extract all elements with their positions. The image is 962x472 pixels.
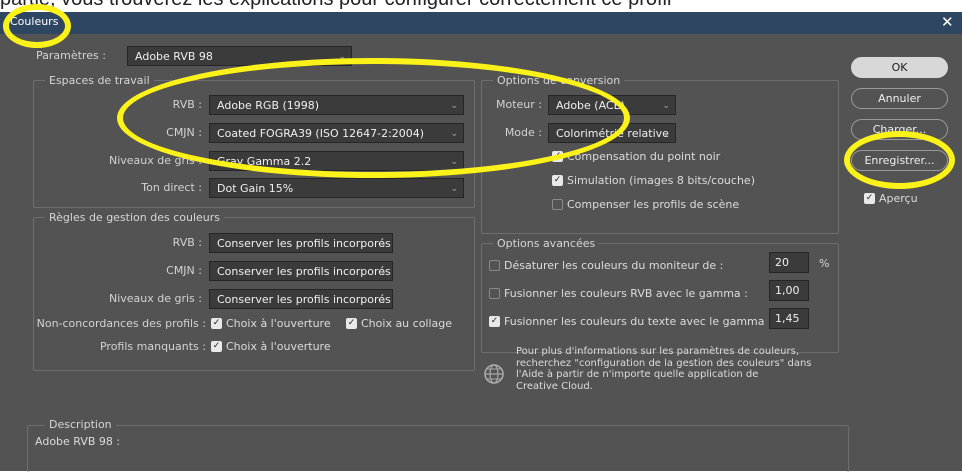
checkbox-label: Choix au collage bbox=[361, 316, 453, 330]
compenser-profils-scene-checkbox[interactable]: Compenser les profils de scène bbox=[552, 197, 739, 211]
non-concordances-ouverture-checkbox[interactable]: ✓ Choix à l'ouverture bbox=[211, 316, 331, 330]
checkbox-box bbox=[489, 259, 500, 271]
description-group bbox=[27, 425, 849, 472]
regles-gestion-legend: Règles de gestion des couleurs bbox=[45, 211, 225, 224]
info-line: Pour plus d'informations sur les paramèt… bbox=[516, 346, 799, 357]
check-icon: ✓ bbox=[211, 340, 222, 352]
regles-cmjn-value: Conserver les profils incorporés bbox=[217, 265, 391, 278]
espaces-ton-direct-value: Dot Gain 15% bbox=[217, 182, 294, 195]
desaturer-input[interactable]: 20 bbox=[769, 252, 809, 273]
info-line: recherchez "configuration de la gestion … bbox=[516, 357, 812, 369]
description-legend: Description bbox=[45, 418, 116, 431]
non-concordances-label: Non-concordances des profils : bbox=[36, 317, 206, 330]
regles-gris-label: Niveaux de gris : bbox=[108, 292, 202, 305]
ok-button[interactable]: OK bbox=[851, 57, 948, 78]
check-icon: ✓ bbox=[489, 315, 500, 327]
non-concordances-collage-checkbox[interactable]: ✓ Choix au collage bbox=[346, 316, 452, 330]
fusionner-texte-gamma-input[interactable]: 1,45 bbox=[769, 308, 809, 329]
chevron-down-icon: ⌄ bbox=[379, 239, 387, 249]
annotation-ellipse-espaces bbox=[117, 58, 630, 178]
parametres-value: Adobe RVB 98 bbox=[135, 50, 213, 63]
apercu-checkbox[interactable]: ✓ Aperçu bbox=[864, 191, 918, 205]
chevron-down-icon: ⌄ bbox=[450, 184, 458, 194]
espaces-ton-direct-select[interactable]: Dot Gain 15% ⌄ bbox=[209, 178, 464, 198]
fusionner-rvb-gamma-checkbox[interactable]: Fusionner les couleurs RVB avec le gamma… bbox=[489, 286, 748, 300]
check-icon: ✓ bbox=[552, 174, 563, 186]
checkbox-label: Aperçu bbox=[879, 191, 918, 205]
checkbox-label: Compenser les profils de scène bbox=[567, 197, 740, 211]
checkbox-label: Fusionner les couleurs du texte avec le … bbox=[504, 314, 772, 328]
title-bar: Couleurs ✕ bbox=[0, 12, 962, 34]
checkbox-label: Désaturer les couleurs du moniteur de : bbox=[504, 258, 724, 272]
desaturer-checkbox[interactable]: Désaturer les couleurs du moniteur de : bbox=[489, 258, 723, 272]
close-icon[interactable]: ✕ bbox=[941, 13, 954, 31]
checkbox-label: Choix à l'ouverture bbox=[226, 316, 331, 330]
regles-rvb-value: Conserver les profils incorporés bbox=[217, 237, 391, 250]
espaces-de-travail-legend: Espaces de travail bbox=[45, 74, 154, 87]
checkbox-box bbox=[489, 287, 500, 299]
description-text: Adobe RVB 98 : bbox=[35, 435, 121, 448]
checkbox-label: Choix à l'ouverture bbox=[226, 339, 331, 353]
info-line: Creative Cloud. bbox=[516, 380, 593, 392]
parametres-label: Paramètres : bbox=[36, 49, 106, 62]
regles-rvb-label: RVB : bbox=[172, 236, 202, 249]
regles-cmjn-label: CMJN : bbox=[166, 264, 202, 277]
percent-unit: % bbox=[819, 257, 830, 270]
globe-icon bbox=[484, 364, 504, 384]
annuler-button[interactable]: Annuler bbox=[851, 88, 948, 109]
check-icon: ✓ bbox=[346, 317, 357, 329]
fusionner-texte-gamma-checkbox[interactable]: ✓ Fusionner les couleurs du texte avec le… bbox=[489, 314, 772, 328]
check-icon: ✓ bbox=[864, 192, 875, 204]
options-avancees-legend: Options avancées bbox=[493, 237, 600, 250]
chevron-down-icon: ⌄ bbox=[662, 101, 670, 111]
check-icon: ✓ bbox=[211, 317, 222, 329]
simulation-8bits-checkbox[interactable]: ✓ Simulation (images 8 bits/couche) bbox=[552, 173, 755, 187]
chevron-down-icon: ⌄ bbox=[379, 267, 387, 277]
chevron-down-icon: ⌄ bbox=[662, 129, 670, 139]
info-text: Pour plus d'informations sur les paramèt… bbox=[516, 346, 836, 392]
profils-manquants-label: Profils manquants : bbox=[99, 340, 206, 353]
espaces-ton-direct-label: Ton direct : bbox=[141, 181, 202, 194]
checkbox-label: Simulation (images 8 bits/couche) bbox=[567, 173, 755, 187]
regles-gris-select[interactable]: Conserver les profils incorporés ⌄ bbox=[209, 289, 393, 309]
profils-manquants-ouverture-checkbox[interactable]: ✓ Choix à l'ouverture bbox=[211, 339, 331, 353]
fusionner-rvb-gamma-input[interactable]: 1,00 bbox=[769, 280, 809, 301]
annotation-ellipse-enregistrer bbox=[844, 131, 955, 189]
info-line: l'Aide à partir de n'importe quelle appl… bbox=[516, 369, 759, 380]
regles-rvb-select[interactable]: Conserver les profils incorporés ⌄ bbox=[209, 233, 393, 253]
regles-cmjn-select[interactable]: Conserver les profils incorporés ⌄ bbox=[209, 261, 393, 281]
checkbox-box bbox=[552, 198, 563, 210]
checkbox-label: Compensation du point noir bbox=[567, 149, 721, 163]
checkbox-label: Fusionner les couleurs RVB avec le gamma… bbox=[504, 286, 748, 300]
chevron-down-icon: ⌄ bbox=[379, 295, 387, 305]
regles-gris-value: Conserver les profils incorporés bbox=[217, 293, 391, 306]
background-page-text: partie, vous trouverez les explications … bbox=[0, 0, 671, 11]
annotation-ellipse-title bbox=[3, 4, 71, 48]
